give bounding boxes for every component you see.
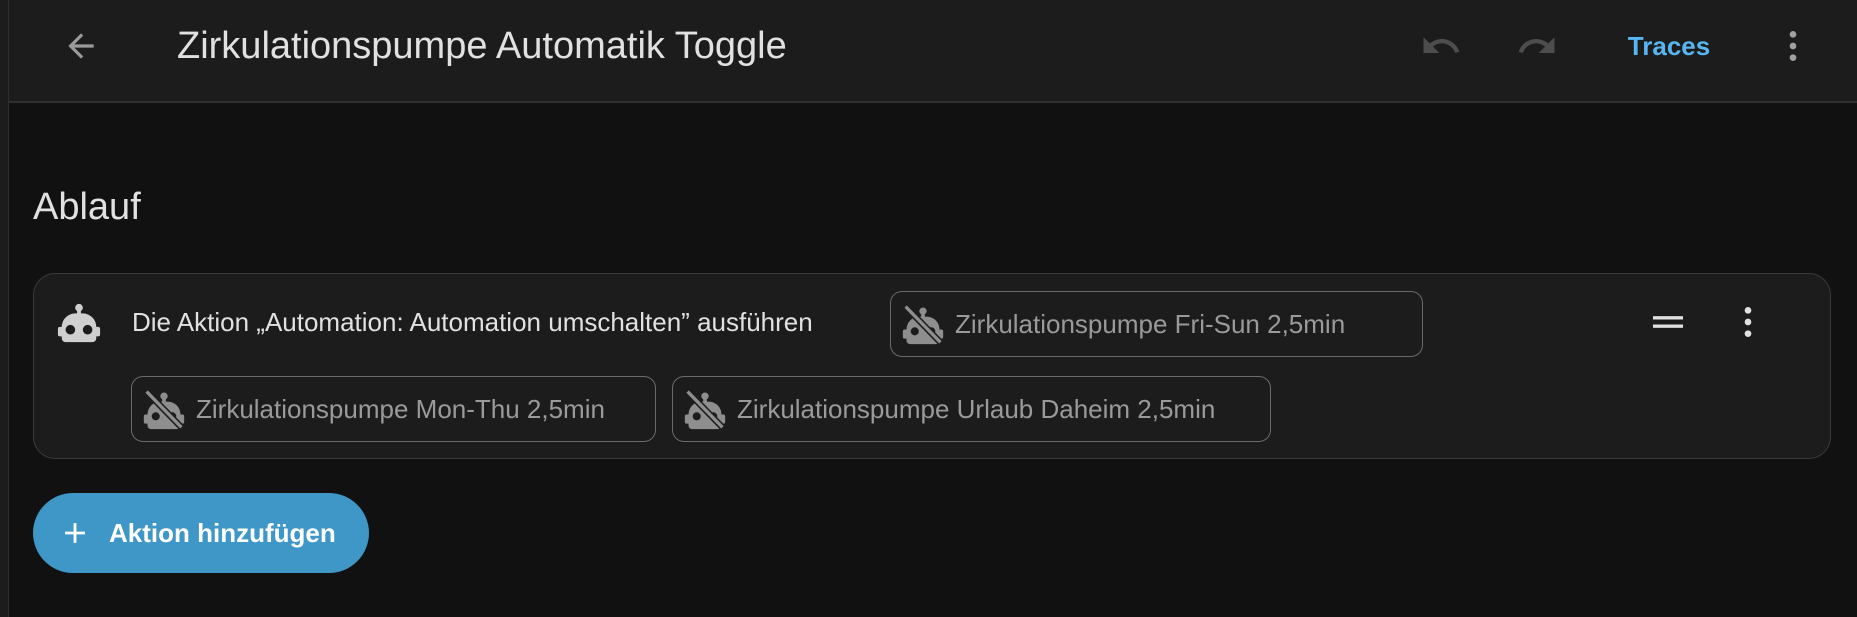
redo-icon (1518, 37, 1555, 53)
target-chip[interactable]: Zirkulationspumpe Urlaub Daheim 2,5min (672, 376, 1271, 442)
back-button[interactable] (57, 22, 105, 70)
robot-off-icon (681, 385, 729, 433)
target-chip[interactable]: Zirkulationspumpe Fri-Sun 2,5min (890, 291, 1423, 357)
action-card[interactable]: Die Aktion „Automation: Automation umsch… (33, 273, 1831, 459)
robot-icon (57, 303, 101, 343)
target-chip-label: Zirkulationspumpe Mon-Thu 2,5min (196, 393, 605, 424)
plus-icon (55, 513, 95, 553)
target-chip[interactable]: Zirkulationspumpe Mon-Thu 2,5min (131, 376, 656, 442)
action-more-button[interactable] (1724, 298, 1772, 346)
add-action-button[interactable]: Aktion hinzufügen (33, 493, 369, 573)
undo-button[interactable] (1417, 22, 1465, 70)
section-title: Ablauf (33, 186, 141, 228)
automation-editor-page: Zirkulationspumpe Automatik Toggle Trace… (0, 0, 1857, 617)
arrow-left-icon (68, 33, 94, 59)
dots-vertical-icon (1744, 307, 1752, 337)
drag-handle[interactable] (1644, 298, 1692, 346)
traces-button[interactable]: Traces (1609, 22, 1729, 70)
redo-button[interactable] (1513, 22, 1561, 70)
dots-vertical-icon (1789, 31, 1797, 61)
action-description: Die Aktion „Automation: Automation umsch… (132, 307, 813, 337)
target-chip-label: Zirkulationspumpe Urlaub Daheim 2,5min (737, 393, 1216, 424)
undo-icon (1423, 37, 1460, 53)
sidebar-edge (0, 0, 9, 617)
add-action-label: Aktion hinzufügen (109, 517, 336, 548)
more-options-button[interactable] (1769, 22, 1817, 70)
page-title: Zirkulationspumpe Automatik Toggle (177, 25, 787, 67)
robot-off-icon (140, 385, 188, 433)
drag-handle-icon (1653, 316, 1683, 328)
robot-off-icon (899, 300, 947, 348)
target-chip-label: Zirkulationspumpe Fri-Sun 2,5min (955, 308, 1346, 339)
top-app-bar: Zirkulationspumpe Automatik Toggle Trace… (9, 0, 1857, 103)
